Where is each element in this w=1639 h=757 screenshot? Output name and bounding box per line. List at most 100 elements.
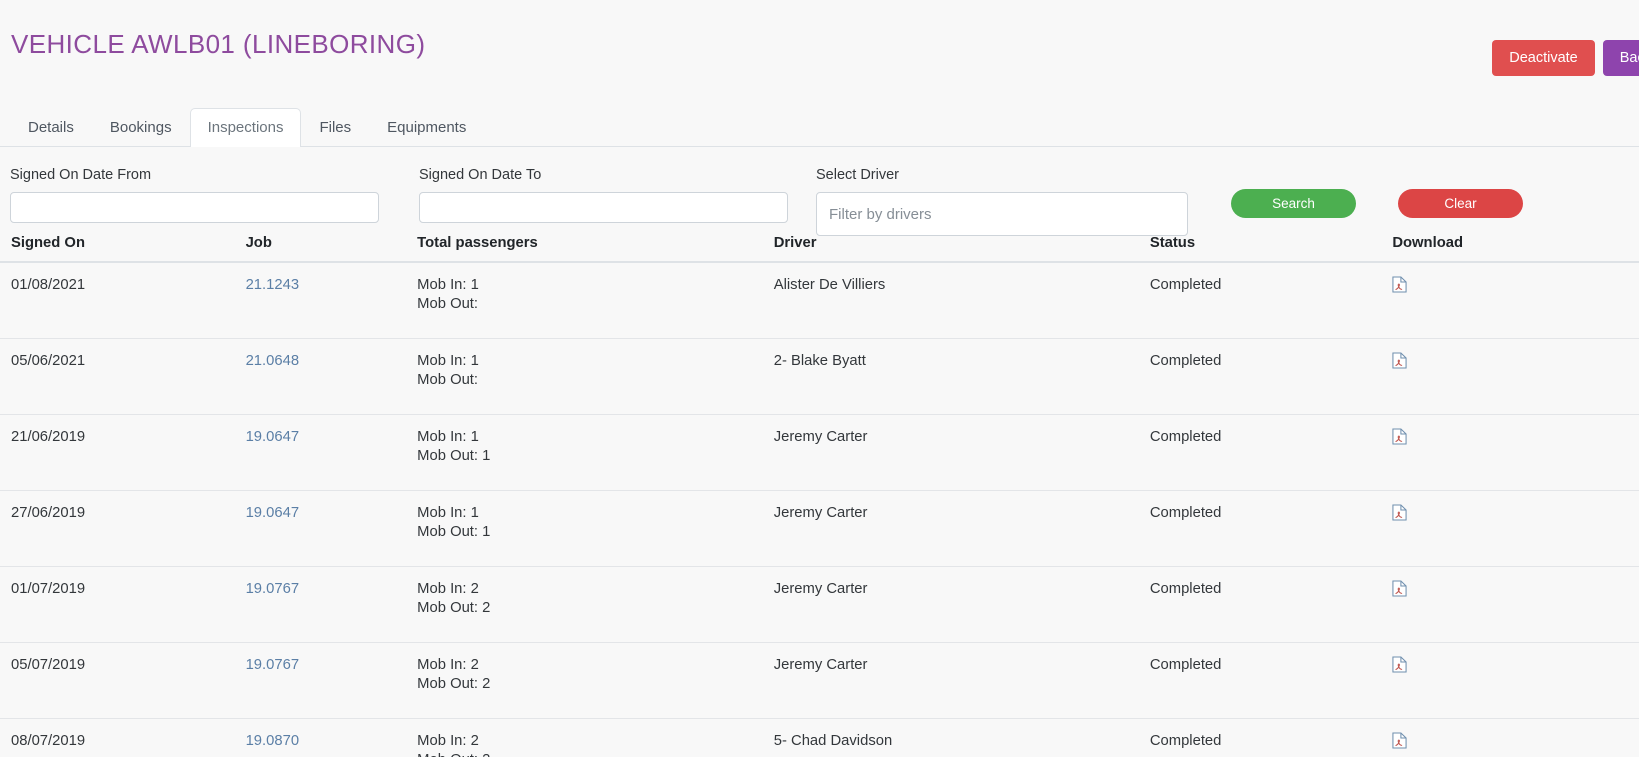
job-link[interactable]: 19.0870 xyxy=(246,733,300,749)
job-link[interactable]: 19.0767 xyxy=(246,581,300,597)
pdf-file-icon[interactable] xyxy=(1392,504,1407,521)
inspections-table: Signed On Job Total passengers Driver St… xyxy=(0,227,1639,757)
pdf-file-icon[interactable] xyxy=(1392,276,1407,293)
table-row: 05/07/2019 19.0767 Mob In: 2 Mob Out: 2 Jere… xyxy=(0,642,1639,719)
cell-total-passengers: Mob In: 2 Mob Out: 2 xyxy=(417,566,774,643)
pdf-file-icon[interactable] xyxy=(1392,428,1407,445)
cell-driver: Alister De Villiers xyxy=(773,262,1150,339)
column-header-job: Job xyxy=(245,227,418,263)
job-link[interactable]: 21.1243 xyxy=(246,277,300,293)
mob-in-value: Mob In: 1 xyxy=(417,277,479,293)
tab-inspections[interactable]: Inspections xyxy=(189,108,302,147)
cell-driver: 2- Blake Byatt xyxy=(773,338,1150,415)
column-header-download: Download xyxy=(1392,227,1639,263)
driver-filter-placeholder: Filter by drivers xyxy=(829,205,932,223)
pdf-file-icon[interactable] xyxy=(1392,580,1407,597)
table-row: 08/07/201919.0870 Mob In: 2 Mob Out: 25- C… xyxy=(0,718,1639,757)
cell-status: Completed xyxy=(1149,338,1393,415)
job-link[interactable]: 19.0647 xyxy=(246,429,300,445)
mob-in-value: Mob In: 2 xyxy=(417,581,479,597)
column-header-signed-on: Signed On xyxy=(0,227,246,263)
mob-out-value: Mob Out: 2 xyxy=(417,600,491,616)
cell-driver: Jeremy Carter xyxy=(773,566,1150,643)
pdf-file-icon[interactable] xyxy=(1392,732,1407,749)
cell-job: 19.0767 xyxy=(245,642,418,719)
mob-in-value: Mob In: 1 xyxy=(417,353,479,369)
select-driver-label: Select Driver xyxy=(816,167,899,183)
table-row: 01/07/2019 19.0767 Mob In: 2 Mob Out: 2 Jere… xyxy=(0,566,1639,643)
pdf-file-icon[interactable] xyxy=(1392,656,1407,673)
signed-on-date-to-input[interactable] xyxy=(419,192,788,223)
cell-total-passengers: Mob In: 2 Mob Out: 2 xyxy=(417,642,774,719)
mob-out-value: Mob Out: 2 xyxy=(417,676,491,692)
vehicle-inspections-page: VEHICLE AWLB01 (LINEBORING) Deactivate B… xyxy=(0,0,1639,757)
page-title: VEHICLE AWLB01 (LINEBORING) xyxy=(11,29,426,59)
tab-bookings[interactable]: Bookings xyxy=(92,108,190,147)
cell-job: 19.0870 xyxy=(245,718,418,757)
cell-driver: Jeremy Carter xyxy=(773,642,1150,719)
driver-filter-select[interactable]: Filter by drivers xyxy=(816,192,1188,236)
job-link[interactable]: 21.0648 xyxy=(246,353,300,369)
cell-job: 19.0647 xyxy=(245,414,418,491)
cell-job: 21.1243 xyxy=(245,262,418,339)
cell-job: 21.0648 xyxy=(245,338,418,415)
table-row: 27/06/2019 19.0647 Mob In: 1 Mob Out: 1 Jere… xyxy=(0,490,1639,567)
table-row: 01/08/2021 21.1243 Mob In: 1 Mob Out: Aliste… xyxy=(0,262,1639,339)
mob-out-value: Mob Out: 1 xyxy=(417,524,491,540)
tab-files[interactable]: Files xyxy=(301,108,369,147)
cell-download xyxy=(1392,262,1639,339)
clear-button[interactable]: Clear xyxy=(1398,189,1523,218)
cell-download xyxy=(1392,718,1639,757)
cell-signed-on: 05/07/2019 xyxy=(0,642,246,719)
cell-driver: Jeremy Carter xyxy=(773,414,1150,491)
select-driver-group: Select Driver Filter by drivers xyxy=(816,166,1188,236)
cell-signed-on: 08/07/2019 xyxy=(0,718,246,757)
tab-details[interactable]: Details xyxy=(10,108,92,147)
cell-total-passengers: Mob In: 2 Mob Out: 2 xyxy=(417,718,774,757)
cell-signed-on: 01/07/2019 xyxy=(0,566,246,643)
cell-download xyxy=(1392,338,1639,415)
job-link[interactable]: 19.0647 xyxy=(246,505,300,521)
tab-equipments[interactable]: Equipments xyxy=(369,108,484,147)
cell-signed-on: 21/06/2019 xyxy=(0,414,246,491)
mob-in-value: Mob In: 2 xyxy=(417,733,479,749)
cell-driver: Jeremy Carter xyxy=(773,490,1150,567)
inspections-table-body: 01/08/2021 21.1243 Mob In: 1 Mob Out: Aliste… xyxy=(0,262,1639,757)
mob-in-value: Mob In: 1 xyxy=(417,505,479,521)
cell-signed-on: 27/06/2019 xyxy=(0,490,246,567)
mob-in-value: Mob In: 1 xyxy=(417,429,479,445)
search-button[interactable]: Search xyxy=(1231,189,1356,218)
cell-download xyxy=(1392,642,1639,719)
cell-signed-on: 01/08/2021 xyxy=(0,262,246,339)
cell-status: Completed xyxy=(1149,718,1393,757)
mob-out-value: Mob Out: 2 xyxy=(417,751,774,757)
job-link[interactable]: 19.0767 xyxy=(246,657,300,673)
table-row: 05/06/2021 21.0648 Mob In: 1 Mob Out: 2- Bla… xyxy=(0,338,1639,415)
header-actions: Deactivate Back xyxy=(1492,40,1639,76)
cell-status: Completed xyxy=(1149,566,1393,643)
signed-on-date-from-label: Signed On Date From xyxy=(10,167,152,183)
cell-signed-on: 05/06/2021 xyxy=(0,338,246,415)
cell-total-passengers: Mob In: 1 Mob Out: 1 xyxy=(417,414,774,491)
signed-on-date-to-label: Signed On Date To xyxy=(419,167,542,183)
cell-status: Completed xyxy=(1149,414,1393,491)
cell-download xyxy=(1392,490,1639,567)
signed-on-date-from-input[interactable] xyxy=(10,192,379,223)
column-header-total-passengers: Total passengers xyxy=(417,227,774,263)
cell-download xyxy=(1392,566,1639,643)
cell-status: Completed xyxy=(1149,642,1393,719)
cell-job: 19.0767 xyxy=(245,566,418,643)
deactivate-button[interactable]: Deactivate xyxy=(1492,40,1595,76)
mob-out-value: Mob Out: 1 xyxy=(417,448,491,464)
filter-bar: Signed On Date From Signed On Date To Se… xyxy=(0,147,1639,236)
mob-in-value: Mob In: 2 xyxy=(417,657,479,673)
filter-buttons: Search Clear xyxy=(1231,189,1523,218)
signed-on-date-to-group: Signed On Date To xyxy=(419,166,816,223)
cell-total-passengers: Mob In: 1 Mob Out: 1 xyxy=(417,490,774,567)
mob-out-value: Mob Out: xyxy=(417,296,479,312)
pdf-file-icon[interactable] xyxy=(1392,352,1407,369)
mob-out-value: Mob Out: xyxy=(417,372,479,388)
page-header: VEHICLE AWLB01 (LINEBORING) Deactivate B… xyxy=(0,0,1639,90)
back-button[interactable]: Back xyxy=(1602,40,1639,76)
cell-total-passengers: Mob In: 1 Mob Out: xyxy=(417,262,774,339)
